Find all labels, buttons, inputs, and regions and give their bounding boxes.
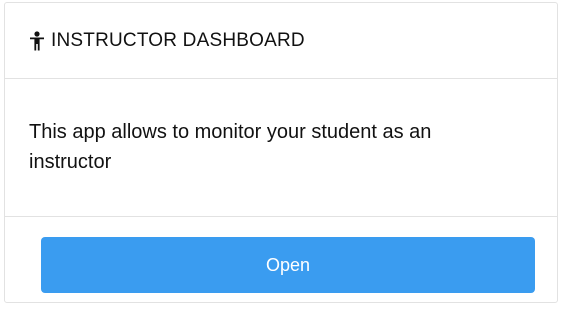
card-title: INSTRUCTOR DASHBOARD bbox=[51, 29, 305, 51]
card-footer: Open bbox=[5, 217, 557, 293]
app-description: This app allows to monitor your student … bbox=[29, 121, 432, 173]
card-header: INSTRUCTOR DASHBOARD bbox=[5, 3, 557, 79]
open-button[interactable]: Open bbox=[41, 237, 535, 293]
person-standing-icon bbox=[29, 30, 45, 51]
app-card: INSTRUCTOR DASHBOARD This app allows to … bbox=[4, 2, 558, 303]
card-body: This app allows to monitor your student … bbox=[5, 79, 557, 217]
